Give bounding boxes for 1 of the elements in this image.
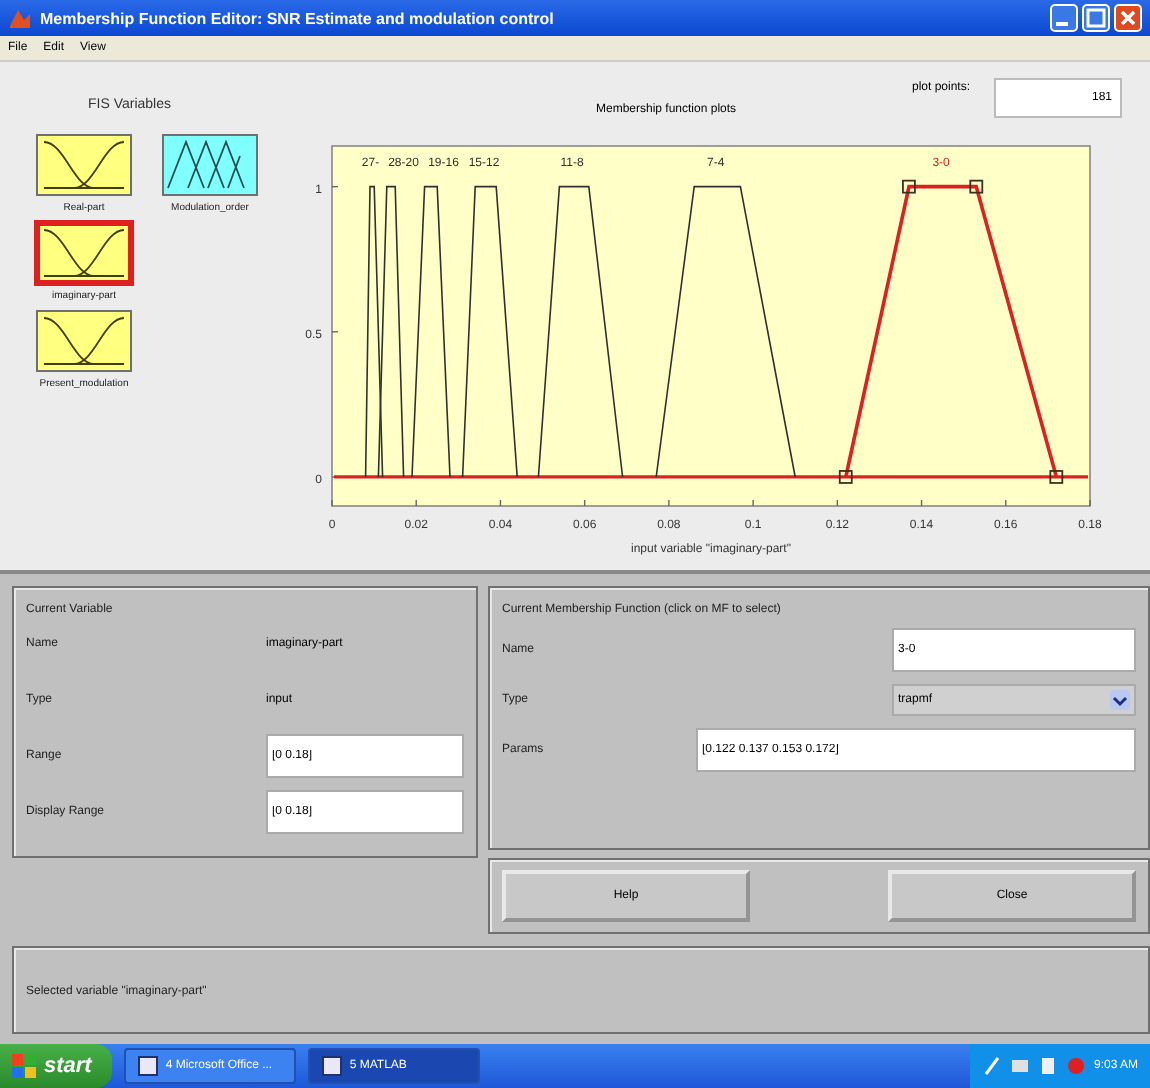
window-title: Membership Function Editor: SNR Estimate and modulation control [40, 9, 556, 27]
